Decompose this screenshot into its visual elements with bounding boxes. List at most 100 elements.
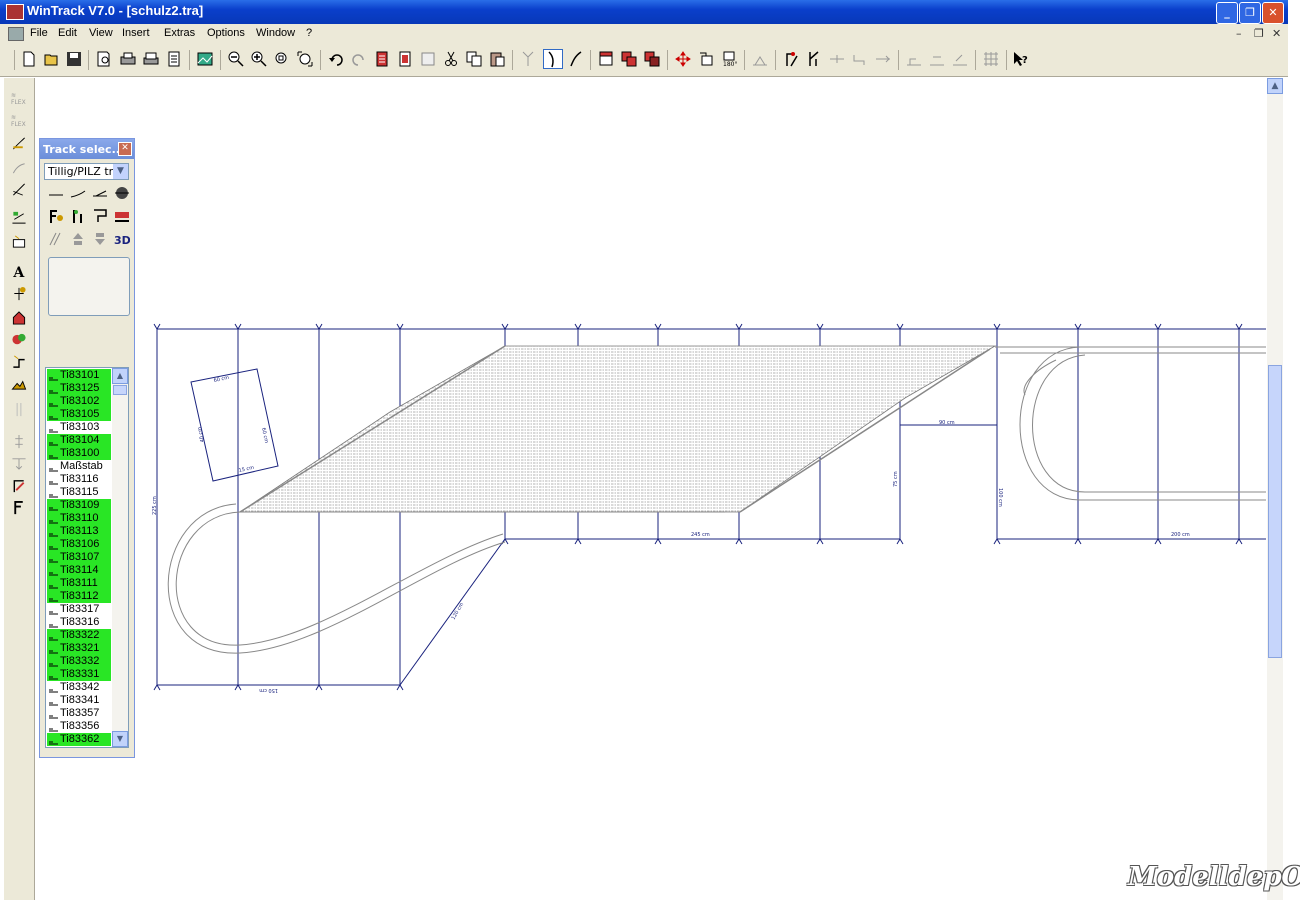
- track-list-item[interactable]: Ti83316: [47, 616, 111, 629]
- grid-icon[interactable]: [983, 51, 999, 67]
- rotate-180-icon[interactable]: 180°: [721, 51, 737, 67]
- track-list-item[interactable]: Ti83332: [47, 655, 111, 668]
- vertical-line-icon[interactable]: [11, 402, 27, 417]
- turntable-icon[interactable]: [114, 185, 130, 201]
- panel-close-button[interactable]: ✕: [118, 142, 132, 156]
- new-icon[interactable]: [21, 51, 37, 67]
- signal-pair-icon[interactable]: [70, 208, 86, 224]
- layer-move-icon[interactable]: [644, 51, 660, 67]
- track-list-item[interactable]: Ti83322: [47, 629, 111, 642]
- track-list-item[interactable]: Ti83362: [47, 733, 111, 746]
- zoom-window-icon[interactable]: [274, 51, 290, 67]
- flex-icon[interactable]: [568, 51, 584, 67]
- zoom-out-icon[interactable]: [228, 51, 244, 67]
- signal-tool-icon[interactable]: [48, 208, 64, 224]
- track-list-item[interactable]: Ti83357: [47, 707, 111, 720]
- height-marker-icon[interactable]: [11, 286, 27, 301]
- menu-edit[interactable]: Edit: [58, 27, 77, 39]
- menu-help[interactable]: ?: [306, 27, 312, 39]
- switch-icon[interactable]: [520, 51, 536, 67]
- app-icon[interactable]: [6, 4, 24, 20]
- dimension-icon[interactable]: [11, 210, 27, 225]
- flex-track-tool-1[interactable]: ≋ FLEX: [11, 92, 27, 107]
- zoom-in-icon[interactable]: [251, 51, 267, 67]
- document-icon[interactable]: [8, 27, 24, 41]
- connect-icon[interactable]: [852, 51, 868, 67]
- list-scroll-thumb[interactable]: [113, 385, 127, 395]
- road-icon[interactable]: [11, 354, 27, 369]
- rotate-icon[interactable]: [698, 51, 714, 67]
- edit-icon[interactable]: [11, 478, 27, 493]
- landscape-tool-icon[interactable]: [11, 332, 27, 347]
- terrain-icon[interactable]: [11, 376, 27, 391]
- board-icon[interactable]: [11, 234, 27, 249]
- page-icon[interactable]: [166, 51, 182, 67]
- track-list-item[interactable]: Ti83106: [47, 538, 111, 551]
- ramp3-icon[interactable]: [952, 51, 968, 67]
- list-scroll-down-button[interactable]: ▼: [112, 731, 128, 747]
- menu-window[interactable]: Window: [256, 27, 295, 39]
- mdi-close-button[interactable]: ✕: [1272, 27, 1281, 40]
- curve-icon[interactable]: [543, 49, 563, 69]
- track-list-item[interactable]: Ti83100: [47, 447, 111, 460]
- manufacturer-select[interactable]: Tillig/PILZ tra ▼: [44, 163, 129, 180]
- ramp-icon[interactable]: [906, 51, 922, 67]
- catenary-icon[interactable]: [48, 231, 64, 247]
- print-preview-icon[interactable]: [96, 51, 112, 67]
- elevation-icon[interactable]: [11, 456, 27, 471]
- track-list-item[interactable]: Ti83112: [47, 590, 111, 603]
- track-list-item[interactable]: Ti83331: [47, 668, 111, 681]
- chevron-down-icon[interactable]: ▼: [113, 164, 128, 179]
- list-scroll-up-button[interactable]: ▲: [112, 368, 128, 384]
- close-button[interactable]: ✕: [1262, 2, 1284, 24]
- height-icon[interactable]: [752, 51, 768, 67]
- track-curve-icon[interactable]: [11, 160, 27, 175]
- mdi-restore-button[interactable]: ❐: [1254, 27, 1264, 40]
- scroll-up-button[interactable]: ▲: [1267, 78, 1283, 94]
- signal-icon[interactable]: [783, 51, 799, 67]
- cut-icon[interactable]: [443, 51, 459, 67]
- menu-view[interactable]: View: [89, 27, 113, 39]
- open-icon[interactable]: [44, 51, 60, 67]
- platform-icon[interactable]: [92, 208, 108, 224]
- ramp2-icon[interactable]: [929, 51, 945, 67]
- landscape-icon[interactable]: [197, 51, 213, 67]
- vertical-scrollbar[interactable]: ▲: [1267, 78, 1283, 900]
- track-list-item[interactable]: Ti83107: [47, 551, 111, 564]
- flex-track-tool-2[interactable]: ≋ FLEX: [11, 114, 27, 129]
- menu-insert[interactable]: Insert: [122, 27, 150, 39]
- curve-track-icon[interactable]: [70, 185, 86, 201]
- straight-track-icon[interactable]: [48, 185, 64, 201]
- 3d-view-icon[interactable]: 3D: [114, 231, 130, 247]
- track-cross-icon[interactable]: [11, 182, 27, 197]
- restore-button[interactable]: ❐: [1239, 2, 1261, 24]
- track-draw-icon[interactable]: [11, 136, 27, 151]
- track-list-item[interactable]: Ti83105: [47, 408, 111, 421]
- flag-icon[interactable]: [11, 500, 27, 515]
- track-list-item[interactable]: Ti83116: [47, 473, 111, 486]
- track-list-item[interactable]: Ti83111: [47, 577, 111, 590]
- track-list-item[interactable]: Ti83102: [47, 395, 111, 408]
- mdi-minimize-button[interactable]: –: [1236, 27, 1242, 40]
- table-icon[interactable]: [420, 51, 436, 67]
- track-list-item[interactable]: Ti83114: [47, 564, 111, 577]
- turnout-icon[interactable]: [806, 51, 822, 67]
- line-icon[interactable]: [829, 51, 845, 67]
- track-list-item[interactable]: Ti83101: [47, 369, 111, 382]
- building-icon[interactable]: [11, 310, 27, 325]
- report-icon[interactable]: [397, 51, 413, 67]
- minimize-button[interactable]: _: [1216, 2, 1238, 24]
- help-icon[interactable]: ?: [1013, 51, 1029, 67]
- menu-options[interactable]: Options: [207, 27, 245, 39]
- text-tool-icon[interactable]: A: [11, 264, 27, 279]
- bridge-icon[interactable]: [114, 208, 130, 224]
- lower-icon[interactable]: [92, 231, 108, 247]
- copy-icon[interactable]: [466, 51, 482, 67]
- raise-icon[interactable]: [70, 231, 86, 247]
- undo-icon[interactable]: [328, 51, 344, 67]
- join-icon[interactable]: [875, 51, 891, 67]
- track-list-item[interactable]: Ti83317: [47, 603, 111, 616]
- track-list-item[interactable]: Ti83103: [47, 421, 111, 434]
- layer-copy-icon[interactable]: [621, 51, 637, 67]
- track-list-item[interactable]: Ti83341: [47, 694, 111, 707]
